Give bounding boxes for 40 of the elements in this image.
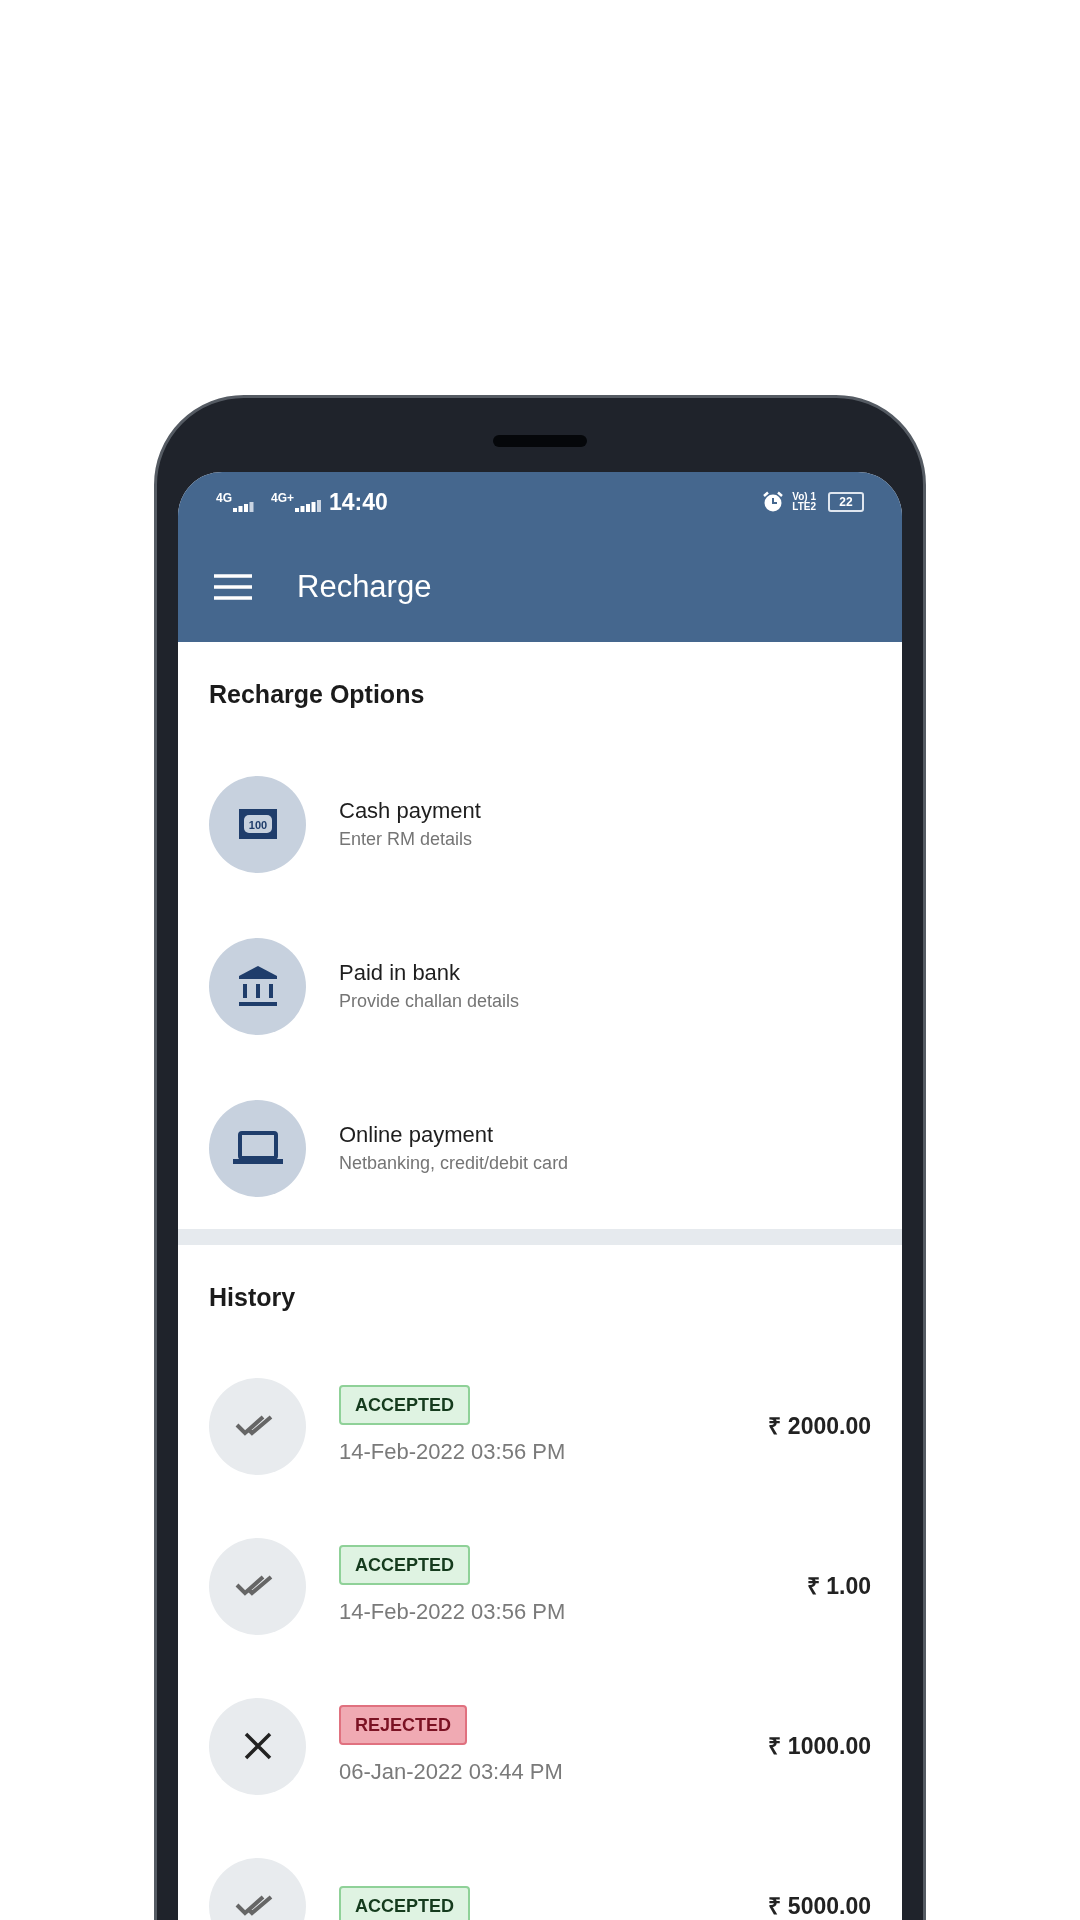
option-subtitle: Enter RM details <box>339 828 474 851</box>
status-badge: ACCEPTED <box>339 1385 470 1425</box>
option-subtitle: Provide challan details <box>339 990 520 1013</box>
option-subtitle: Netbanking, credit/debit card <box>339 1152 569 1175</box>
bank-icon <box>237 965 278 1007</box>
clock-time: 14:40 <box>329 487 388 517</box>
amount: ₹ 1000.00 <box>768 1731 871 1761</box>
option-title: Paid in bank <box>339 959 462 987</box>
payment-option[interactable]: Paid in bank Provide challan details <box>209 905 871 1067</box>
network-label: 4G+ <box>271 492 295 504</box>
payment-option[interactable]: Online payment Netbanking, credit/debit card <box>209 1067 871 1229</box>
amount: ₹ 5000.00 <box>768 1891 871 1920</box>
history-entry[interactable]: ACCEPTED ₹ 5000.00 <box>209 1826 871 1920</box>
option-title: Online payment <box>339 1121 495 1149</box>
laptop-icon <box>232 1131 283 1165</box>
option-title: Cash payment <box>339 797 481 825</box>
payment-option[interactable]: 100 Cash payment Enter RM details <box>209 743 871 905</box>
history-entry[interactable]: ACCEPTED 14-Feb-2022 03:56 PM ₹ 2000.00 <box>209 1346 871 1506</box>
transaction-date: 06-Jan-2022 03:44 PM <box>339 1758 563 1786</box>
banknote-icon: 100 <box>237 808 278 840</box>
battery-indicator: 22 <box>828 492 864 512</box>
menu-icon[interactable] <box>214 574 252 600</box>
app-title: Recharge <box>297 567 432 606</box>
section-heading: Recharge Options <box>209 679 426 710</box>
alarm-icon <box>762 491 785 513</box>
status-badge: ACCEPTED <box>339 1886 470 1920</box>
volte-label: Vo) 1 <box>792 492 816 502</box>
history-entry[interactable]: REJECTED 06-Jan-2022 03:44 PM ₹ 1000.00 <box>209 1666 871 1826</box>
status-badge: REJECTED <box>339 1705 468 1745</box>
lte-label: LTE2 <box>792 502 816 512</box>
transaction-date: 14-Feb-2022 03:56 PM <box>339 1598 566 1626</box>
close-icon <box>242 1731 273 1761</box>
section-heading: History <box>209 1282 297 1313</box>
signal-icon <box>295 498 322 512</box>
amount: ₹ 1.00 <box>806 1571 871 1601</box>
status-badge: ACCEPTED <box>339 1545 470 1585</box>
history-entry[interactable]: ACCEPTED 14-Feb-2022 03:56 PM ₹ 1.00 <box>209 1506 871 1666</box>
transaction-date: 14-Feb-2022 03:56 PM <box>339 1438 566 1466</box>
network-label: 4G <box>216 492 232 504</box>
amount: ₹ 2000.00 <box>768 1411 871 1441</box>
